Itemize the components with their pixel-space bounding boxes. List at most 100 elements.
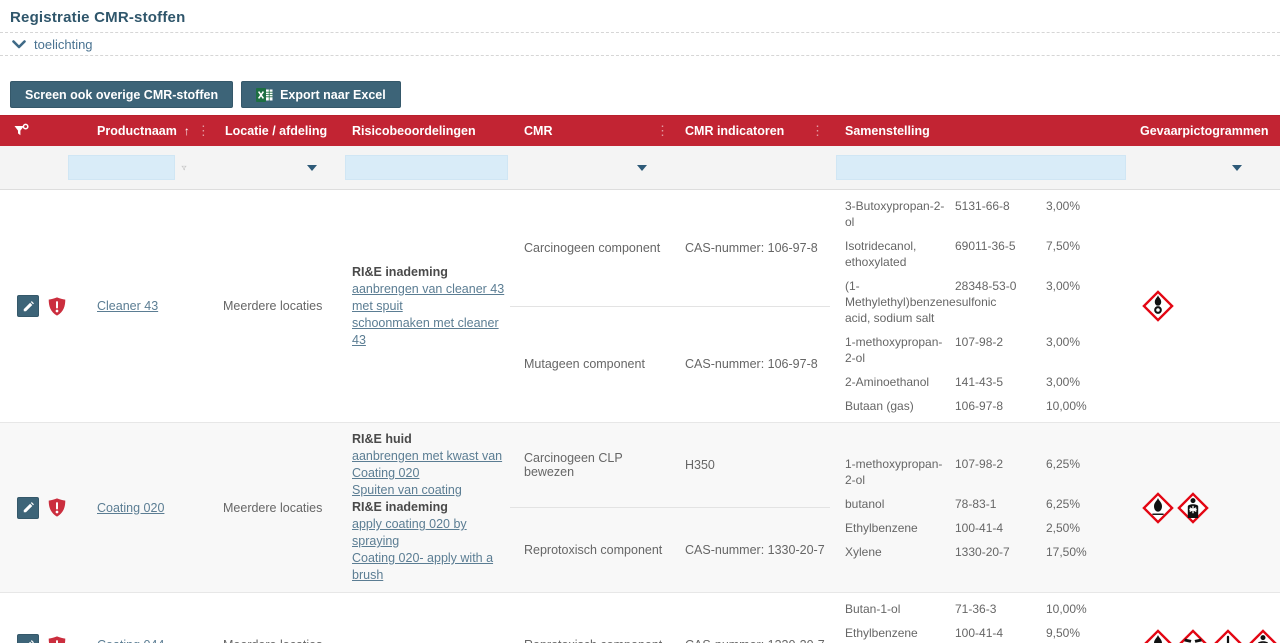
edit-button[interactable] <box>17 497 39 519</box>
component-name: Butaan (gas) <box>845 398 947 414</box>
column-label: CMR indicatoren <box>685 124 784 138</box>
cmr-type-label: Reprotoxisch component <box>510 638 675 643</box>
edit-button[interactable] <box>17 295 39 317</box>
cmr-type-label: Carcinogeen component <box>510 241 675 255</box>
toelichting-toggle[interactable]: toelichting <box>0 32 1280 56</box>
cmr-entry: Reprotoxisch componentCAS-nummer: 1330-2… <box>510 507 830 592</box>
component-name: Ethylbenzene <box>845 520 947 536</box>
composition-component: butanol78-83-16,25% <box>845 496 1106 512</box>
component-cas: 107-98-2 <box>955 334 1038 366</box>
component-name: Xylene <box>845 544 947 560</box>
edit-button[interactable] <box>17 634 39 643</box>
composition-component: 1-methoxypropan-2-ol107-98-23,00% <box>845 334 1106 366</box>
filter-funnel-icon[interactable] <box>181 161 187 175</box>
sort-ascending-icon[interactable]: ↑ <box>184 124 190 138</box>
risk-assessment-link[interactable]: Spuiten van coating <box>352 482 462 499</box>
health-hazard-pictogram-icon <box>1247 629 1279 643</box>
export-excel-button-label: Export naar Excel <box>280 88 386 102</box>
risk-assessment-link[interactable]: apply coating 020 by spraying <box>352 516 506 550</box>
filter-cell-cmr-indicatoren <box>675 146 830 189</box>
component-cas: 71-36-3 <box>955 601 1038 617</box>
column-menu-icon[interactable]: ⋮ <box>656 123 669 139</box>
component-percentage: 6,25% <box>1046 496 1106 512</box>
composition-component: 1-methoxypropan-2-ol107-98-26,25% <box>845 456 1106 488</box>
filter-cell-gevaarpictogrammen <box>1140 146 1280 189</box>
health-hazard-pictogram-icon <box>1177 492 1209 524</box>
component-percentage: 10,00% <box>1046 601 1106 617</box>
filter-cell-risico <box>345 146 510 189</box>
column-header-samenstelling[interactable]: Samenstelling <box>830 116 1140 146</box>
cmr-warning-shield-icon <box>48 635 66 643</box>
screen-cmr-button[interactable]: Screen ook overige CMR-stoffen <box>10 81 233 108</box>
component-name: 1-methoxypropan-2-ol <box>845 456 947 488</box>
column-header-locatie[interactable]: Locatie / afdeling <box>215 116 345 146</box>
corrosion-pictogram-icon <box>1177 629 1209 643</box>
cmr-cell: Reprotoxisch componentCAS-nummer: 1330-2… <box>510 593 830 643</box>
component-name: Ethylbenzene <box>845 625 947 641</box>
cmr-indicator-label: H350 <box>675 458 830 472</box>
column-header-cmr-indicatoren[interactable]: CMR indicatoren ⋮ <box>675 116 830 146</box>
hazard-pictograms-cell <box>1140 593 1280 643</box>
component-percentage: 3,00% <box>1046 278 1106 326</box>
cmr-type-label: Reprotoxisch component <box>510 543 675 557</box>
cmr-cell: Carcinogeen component CAS-nummer: 106-97-… <box>510 190 830 422</box>
component-percentage: 6,25% <box>1046 456 1106 488</box>
product-link[interactable]: Cleaner 43 <box>97 299 158 313</box>
gevaar-filter-dropdown-icon[interactable] <box>1232 165 1242 171</box>
column-menu-icon[interactable]: ⋮ <box>197 123 210 139</box>
composition-component: 2-Aminoethanol141-43-53,00% <box>845 374 1106 390</box>
risk-assessments-cell: RI&E huidaanbrengen met kwast van Coatin… <box>345 423 510 592</box>
risk-assessment-link[interactable]: schoonmaken met cleaner 43 <box>352 315 506 349</box>
component-name: butanol <box>845 496 947 512</box>
risk-assessment-link[interactable]: Coating 020- apply with a brush <box>352 550 506 584</box>
location-cell: Meerdere locaties <box>215 423 345 592</box>
column-label: Gevaarpictogrammen <box>1140 124 1269 138</box>
component-name: 2-Aminoethanol <box>845 374 947 390</box>
cmr-warning-shield-icon <box>48 296 66 317</box>
cmr-entry: Carcinogeen componentCAS-nummer: 106-97-… <box>510 190 830 306</box>
component-name: 1-methoxypropan-2-ol <box>845 334 947 366</box>
risk-assessments-cell: RI&E inademingaanbrengen van cleaner 43 … <box>345 190 510 422</box>
cmr-registration-page: Registratie CMR-stoffen toelichting Scre… <box>0 0 1280 643</box>
cmr-table: Productnaam ↑ ⋮ Locatie / afdeling Risic… <box>0 115 1280 643</box>
cmr-filter-dropdown-icon[interactable] <box>637 165 647 171</box>
filter-icon <box>13 123 29 139</box>
export-excel-button[interactable]: Export naar Excel <box>241 81 401 108</box>
cmr-indicator-label: CAS-nummer: 106-97-8 <box>675 357 830 371</box>
column-header-cmr[interactable]: CMR ⋮ <box>510 116 675 146</box>
page-title: Registratie CMR-stoffen <box>0 0 1280 32</box>
table-body: Cleaner 43 Meerdere locaties RI&E inadem… <box>0 190 1280 643</box>
column-menu-icon[interactable]: ⋮ <box>811 123 824 139</box>
column-header-risicobeoordelingen[interactable]: Risicobeoordelingen <box>345 116 510 146</box>
cmr-type-label: Carcinogeen CLP bewezen <box>510 451 675 479</box>
risico-filter-input[interactable] <box>345 155 508 180</box>
header-filter-cell[interactable] <box>0 116 85 146</box>
component-cas: 100-41-4 <box>955 625 1038 641</box>
cmr-entry: Reprotoxisch componentCAS-nummer: 1330-2… <box>510 593 830 643</box>
column-label: CMR <box>524 124 552 138</box>
column-label: Productnaam <box>97 124 177 138</box>
component-cas: 100-41-4 <box>955 520 1038 536</box>
product-link[interactable]: Coating 020 <box>97 501 164 515</box>
component-cas: 1330-20-7 <box>955 544 1038 560</box>
risk-assessment-link[interactable]: aanbrengen van cleaner 43 met spuit <box>352 281 506 315</box>
samenstelling-filter-input[interactable] <box>836 155 1126 180</box>
product-link[interactable]: Coating 044 <box>97 638 164 643</box>
locatie-filter-dropdown-icon[interactable] <box>307 165 317 171</box>
risk-group-title: RI&E inademing <box>352 264 448 281</box>
risk-assessment-link[interactable]: aanbrengen met kwast van Coating 020 <box>352 448 506 482</box>
composition-component: Ethylbenzene100-41-42,50% <box>845 520 1106 536</box>
component-percentage: 3,00% <box>1046 374 1106 390</box>
column-header-gevaarpictogrammen[interactable]: Gevaarpictogrammen <box>1140 116 1280 146</box>
composition-cell: Butan-1-ol71-36-310,00%Ethylbenzene100-4… <box>830 593 1140 643</box>
flame-pictogram-icon <box>1142 629 1174 643</box>
productnaam-filter-input[interactable] <box>68 155 175 180</box>
composition-component: 3-Butoxypropan-2-ol5131-66-83,00% <box>845 198 1106 230</box>
column-label: Samenstelling <box>845 124 930 138</box>
risk-group-title: RI&E huid <box>352 431 412 448</box>
column-label: Locatie / afdeling <box>225 124 327 138</box>
composition-component: Isotridecanol, ethoxylated69011-36-57,50… <box>845 238 1106 270</box>
composition-component: Butan-1-ol71-36-310,00% <box>845 601 1106 617</box>
column-header-productnaam[interactable]: Productnaam ↑ ⋮ <box>85 116 215 146</box>
table-row: Cleaner 43 Meerdere locaties RI&E inadem… <box>0 190 1280 423</box>
